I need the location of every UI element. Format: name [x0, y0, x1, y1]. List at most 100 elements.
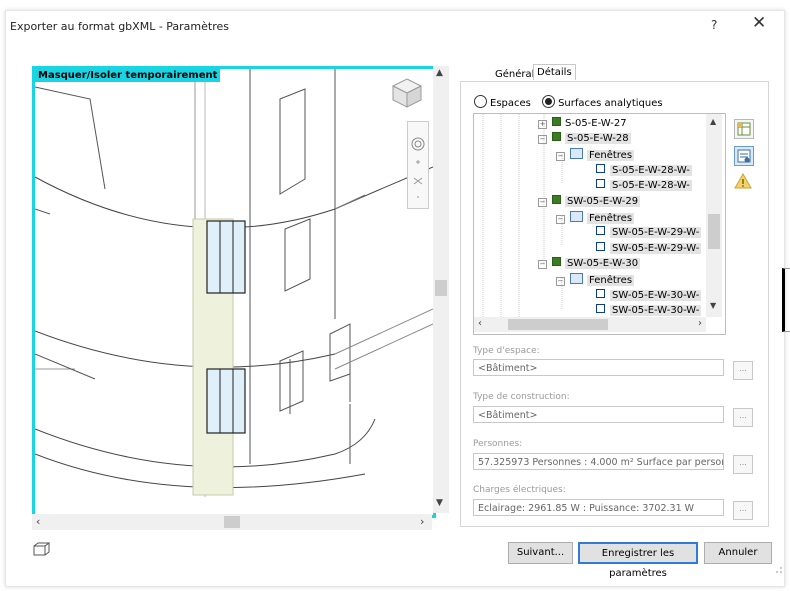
folder-icon [570, 211, 583, 222]
window-icon [596, 179, 605, 188]
scroll-up-icon[interactable]: ▲ [710, 117, 716, 126]
viewcube-icon[interactable] [390, 76, 424, 110]
collapse-icon[interactable]: − [538, 198, 547, 207]
tree-item-label: S-05-E-W-28-W- [610, 180, 692, 191]
3d-viewport[interactable]: Masquer/Isoler temporairement [32, 66, 436, 518]
viewport-vertical-scrollbar[interactable]: ▲ ▼ [433, 66, 449, 513]
people-label: Personnes: [473, 439, 523, 449]
window-icon [596, 226, 605, 235]
settings-button[interactable] [734, 146, 754, 166]
tree-item-label: SW-05-E-W-29 [565, 196, 641, 207]
radio-analytical-surfaces-label: Surfaces analytiques [558, 98, 663, 109]
help-button[interactable]: ? [711, 18, 717, 32]
tree-item-label: S-05-E-W-28 [565, 133, 631, 144]
tree-item-label: SW-05-E-W-30 [565, 258, 641, 269]
save-settings-button[interactable]: Enregistrer les paramètres [578, 542, 698, 579]
collapse-icon[interactable]: − [556, 215, 565, 224]
folder-icon [570, 273, 583, 284]
scroll-thumb[interactable] [224, 516, 240, 528]
navigation-bar[interactable] [407, 121, 429, 209]
tree-item[interactable]: SW-05-E-W-29-W- [596, 242, 702, 255]
scroll-right-icon[interactable]: › [698, 318, 702, 329]
viewport-horizontal-scrollbar[interactable]: ‹ › [32, 514, 432, 530]
tree-item[interactable]: − Fenêtres [556, 211, 635, 224]
radio-spaces-label: Espaces [490, 98, 531, 109]
people-field[interactable]: 57.325973 Personnes : 4.000 m² Surface p… [473, 453, 724, 470]
isolate-label: Masquer/Isoler temporairement [35, 69, 221, 82]
electrical-loads-browse-button[interactable]: ... [733, 501, 753, 520]
collapse-icon[interactable]: − [538, 260, 547, 269]
space-type-browse-button[interactable]: ... [733, 361, 753, 380]
tree-item-label: Fenêtres [587, 213, 635, 224]
scroll-down-icon[interactable]: ▼ [710, 301, 716, 310]
scroll-right-icon[interactable]: › [420, 515, 424, 528]
radio-checked-icon[interactable] [542, 95, 556, 108]
tab-details[interactable]: Détails [533, 64, 576, 80]
tab-general[interactable]: Général [492, 67, 537, 82]
tree-item-label: Fenêtres [587, 275, 635, 286]
tree-item[interactable]: − SW-05-E-W-30 [538, 257, 641, 270]
construction-type-browse-button[interactable]: ... [733, 408, 753, 427]
tree-item[interactable]: − SW-05-E-W-29 [538, 195, 641, 208]
warning-button[interactable] [734, 172, 752, 190]
electrical-loads-label: Charges électriques: [473, 485, 566, 495]
folder-icon [570, 148, 583, 159]
scroll-thumb[interactable] [708, 214, 720, 249]
expand-icon[interactable]: + [538, 120, 547, 129]
surface-icon [552, 132, 561, 141]
3d-view-icon[interactable] [32, 541, 50, 557]
surface-icon [552, 117, 561, 126]
tree-item-label: S-05-E-W-28-W- [610, 165, 692, 176]
collapse-icon[interactable]: − [556, 277, 565, 286]
construction-type-field[interactable]: <Bâtiment> [473, 406, 724, 423]
window-icon [596, 164, 605, 173]
window-icon [596, 242, 605, 251]
tree-horizontal-scrollbar[interactable]: ‹ › [474, 317, 706, 332]
scroll-up-icon[interactable]: ▲ [436, 68, 443, 78]
spreadsheet-icon [737, 122, 751, 136]
spreadsheet-button[interactable] [734, 119, 754, 139]
electrical-loads-field[interactable]: Eclairage: 2961.85 W : Puissance: 3702.3… [473, 499, 724, 516]
tree-item-label: SW-05-E-W-30-W- [610, 305, 702, 316]
space-type-label: Type d'espace: [473, 346, 540, 356]
collapse-icon[interactable]: − [538, 135, 547, 144]
settings-sheet-icon [737, 149, 751, 163]
space-type-field[interactable]: <Bâtiment> [473, 359, 724, 376]
scroll-left-icon[interactable]: ‹ [478, 318, 482, 329]
tree-item[interactable]: + S-05-E-W-27 [538, 117, 627, 130]
scroll-thumb[interactable] [435, 280, 447, 296]
surfaces-tree[interactable]: + S-05-E-W-27 − S-05-E-W-28 − Fenêtres S-05… [473, 113, 726, 335]
window-icon [596, 304, 605, 313]
tree-item[interactable]: S-05-E-W-28-W- [596, 164, 692, 177]
tree-item[interactable]: − Fenêtres [556, 273, 635, 286]
resize-grip-icon[interactable] [771, 562, 783, 574]
close-button[interactable]: ✕ [752, 13, 766, 33]
background-window-edge [782, 268, 790, 332]
tree-item[interactable]: − Fenêtres [556, 148, 635, 161]
surface-icon [552, 195, 561, 204]
scroll-down-icon[interactable]: ▼ [436, 498, 443, 508]
dialog-title: Exporter au format gbXML - Paramètres [10, 20, 230, 33]
window-icon [596, 289, 605, 298]
mode-radio-group: Espaces Surfaces analytiques [474, 95, 663, 109]
radio-spaces[interactable]: Espaces [474, 95, 531, 109]
tree-item[interactable]: − S-05-E-W-28 [538, 132, 631, 145]
people-browse-button[interactable]: ... [733, 455, 753, 474]
collapse-icon[interactable]: − [556, 152, 565, 161]
scroll-left-icon[interactable]: ‹ [36, 515, 40, 528]
next-button[interactable]: Suivant... [508, 542, 573, 564]
building-wireframe [35, 69, 433, 497]
warning-icon [734, 172, 752, 189]
tree-vertical-scrollbar[interactable]: ▲ ▼ [706, 114, 722, 317]
scroll-thumb[interactable] [508, 319, 608, 330]
cancel-button[interactable]: Annuler [704, 542, 772, 564]
tree-item[interactable]: SW-05-E-W-29-W- [596, 226, 702, 239]
radio-unchecked-icon[interactable] [474, 95, 487, 108]
radio-analytical-surfaces[interactable]: Surfaces analytiques [542, 95, 663, 109]
tree-item-label: SW-05-E-W-30-W- [610, 290, 702, 301]
tree-item[interactable]: SW-05-E-W-30-W- [596, 289, 702, 302]
tree-item[interactable]: S-05-E-W-28-W- [596, 179, 692, 192]
tree-item-label: SW-05-E-W-29-W- [610, 227, 702, 238]
tree-item-label: Fenêtres [587, 150, 635, 161]
tree-item[interactable]: SW-05-E-W-30-W- [596, 304, 702, 317]
